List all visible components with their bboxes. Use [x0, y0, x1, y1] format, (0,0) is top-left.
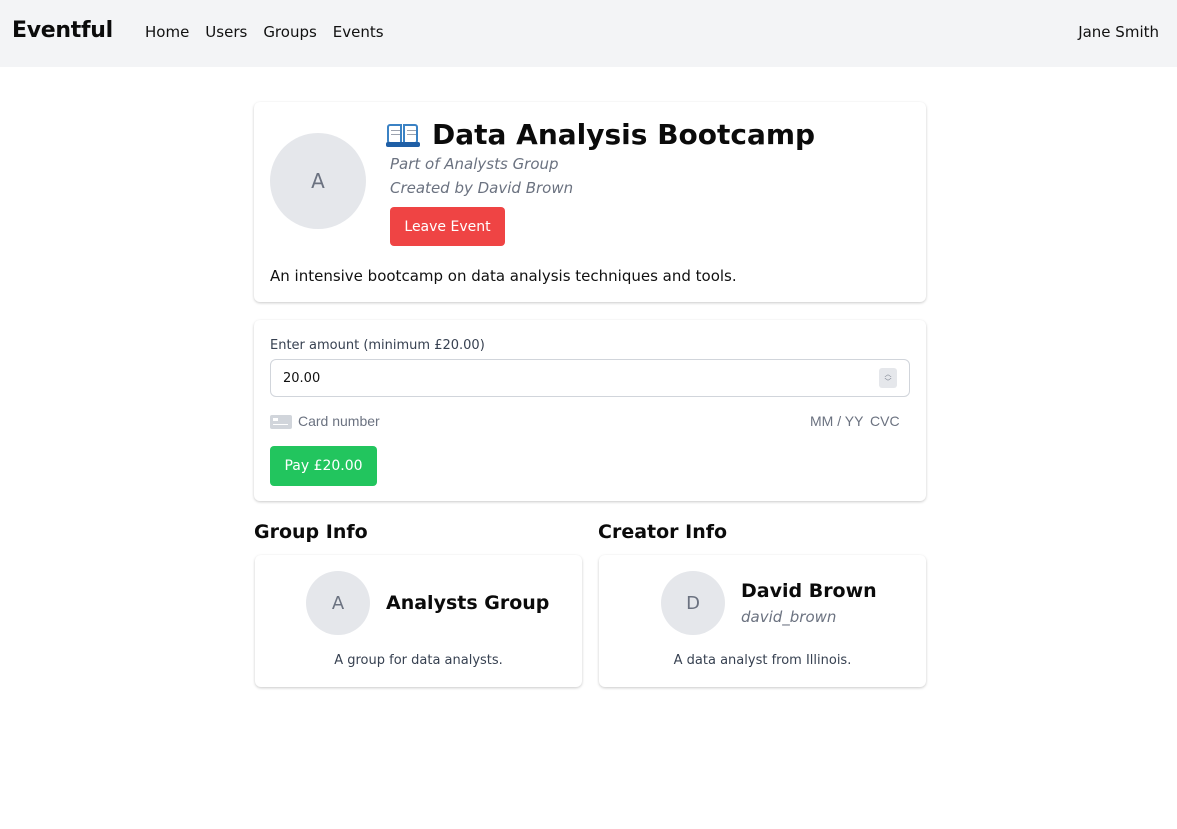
open-book-icon — [386, 122, 420, 148]
event-title: Data Analysis Bootcamp — [432, 118, 816, 151]
group-avatar: A — [306, 571, 370, 635]
amount-stepper[interactable]: ︿ ﹀ — [879, 368, 897, 388]
event-description: An intensive bootcamp on data analysis t… — [270, 267, 737, 285]
event-group-line: Part of Analysts Group — [390, 155, 559, 173]
nav-home-link[interactable]: Home — [145, 23, 189, 41]
group-description: A group for data analysts. — [334, 653, 503, 668]
creator-name[interactable]: David Brown — [741, 580, 877, 602]
leave-event-button[interactable]: Leave Event — [390, 207, 505, 246]
event-creator-line: Created by David Brown — [390, 179, 574, 197]
card-expiry-field[interactable]: MM / YY — [810, 413, 863, 429]
creator-info-card[interactable]: D David Brown david_brown A data analyst… — [599, 555, 926, 687]
event-title-row: Data Analysis Bootcamp — [386, 118, 815, 151]
nav-events-link[interactable]: Events — [333, 23, 384, 41]
chevron-up-icon[interactable]: ︿ — [885, 370, 892, 378]
event-card: A Data Analysis Bootcamp Part of Analyst… — [254, 102, 926, 302]
credit-card-icon — [270, 415, 292, 429]
card-number-field[interactable]: Card number — [298, 413, 380, 429]
top-navbar: Eventful Home Users Groups Events Jane S… — [0, 0, 1177, 67]
current-user-menu[interactable]: Jane Smith — [1078, 23, 1159, 41]
amount-label: Enter amount (minimum £20.00) — [270, 338, 485, 353]
event-avatar: A — [270, 133, 366, 229]
group-info-card[interactable]: A Analysts Group A group for data analys… — [255, 555, 582, 687]
nav-users-link[interactable]: Users — [205, 23, 247, 41]
chevron-down-icon[interactable]: ﹀ — [885, 378, 892, 386]
creator-description: A data analyst from Illinois. — [673, 653, 852, 668]
brand-logo[interactable]: Eventful — [12, 18, 113, 43]
group-name[interactable]: Analysts Group — [386, 592, 549, 614]
amount-input[interactable] — [270, 359, 910, 397]
creator-username: david_brown — [741, 608, 837, 626]
card-cvc-field[interactable]: CVC — [870, 413, 900, 429]
payment-card: Enter amount (minimum £20.00) ︿ ﹀ Card n… — [254, 320, 926, 501]
group-info-heading: Group Info — [254, 521, 368, 543]
creator-avatar: D — [661, 571, 725, 635]
nav-groups-link[interactable]: Groups — [263, 23, 316, 41]
main-nav: Home Users Groups Events — [145, 23, 384, 41]
pay-button[interactable]: Pay £20.00 — [270, 446, 377, 486]
creator-info-heading: Creator Info — [598, 521, 728, 543]
